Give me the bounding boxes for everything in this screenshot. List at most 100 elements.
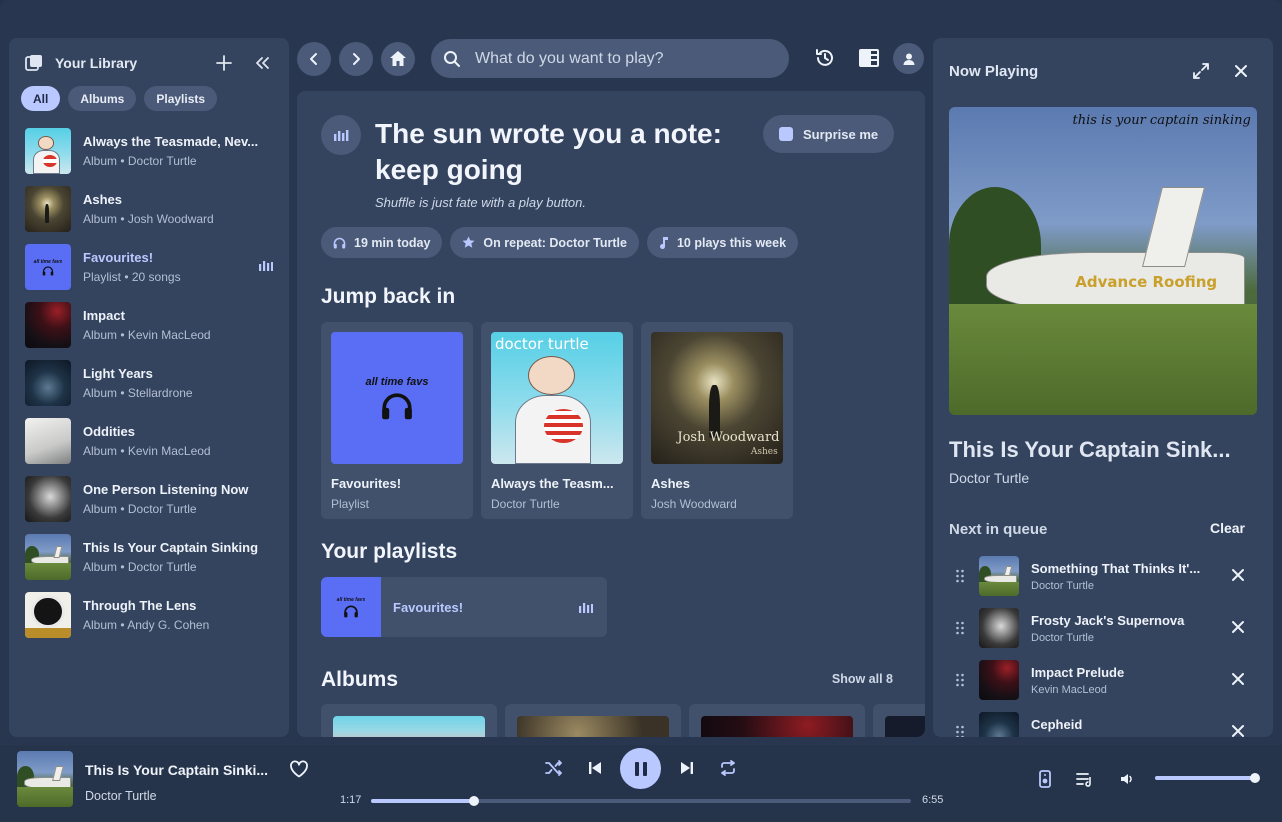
queue-item-artwork: [979, 712, 1019, 737]
album-card[interactable]: [873, 704, 925, 737]
library-item-subtitle: Album • Doctor Turtle: [83, 502, 197, 516]
home-main: The sun wrote you a note: keep going Shu…: [297, 91, 925, 737]
music-note-icon: [660, 237, 668, 249]
queue-item[interactable]: Frosty Jack's Supernova Doctor Turtle: [949, 602, 1259, 654]
home-button[interactable]: [381, 42, 415, 76]
oddities-artwork: [25, 418, 71, 464]
card-subtitle: Playlist: [331, 497, 370, 511]
library-item-title: Always the Teasmade, Nev...: [83, 134, 259, 149]
library-icon: [25, 54, 43, 72]
library-item[interactable]: Oddities Album • Kevin MacLeod: [9, 412, 289, 470]
lightyears-artwork: [979, 712, 1019, 737]
stat-on-repeat: On repeat: Doctor Turtle: [450, 227, 639, 258]
library-item-subtitle: Album • Andy G. Cohen: [83, 618, 210, 632]
back-button[interactable]: [297, 42, 331, 76]
volume-handle[interactable]: [1250, 773, 1260, 783]
library-item[interactable]: Always the Teasmade, Nev... Album • Doct…: [9, 122, 289, 180]
queue-title: Next in queue: [949, 521, 1048, 538]
pause-button[interactable]: [620, 748, 661, 789]
drag-handle-icon[interactable]: [955, 569, 965, 583]
playlists-title: Your playlists: [321, 540, 458, 563]
queue-item-artist: Doctor Turtle: [1031, 579, 1094, 592]
volume-icon[interactable]: [1117, 769, 1137, 789]
star-icon: [462, 236, 475, 248]
headphones-icon: [382, 392, 412, 419]
card-artwork: doctor turtle: [491, 332, 623, 464]
next-icon[interactable]: [676, 757, 698, 779]
oneperson-artwork: [979, 608, 1019, 648]
library-item[interactable]: Through The Lens Album • Andy G. Cohen: [9, 586, 289, 644]
close-icon[interactable]: [1231, 568, 1245, 582]
jump-back-card[interactable]: doctor turtle Always the Teasm... Doctor…: [481, 322, 633, 519]
layout-icon[interactable]: [857, 46, 881, 70]
headphones-icon: [344, 604, 358, 617]
clear-queue-button[interactable]: Clear: [1210, 520, 1245, 536]
artwork-caption: all time favs: [33, 258, 63, 265]
close-icon[interactable]: [1231, 672, 1245, 686]
album-card[interactable]: [321, 704, 497, 737]
library-item-artwork: [25, 186, 71, 232]
library-item[interactable]: Light Years Album • Stellardrone: [9, 354, 289, 412]
show-all-albums-link[interactable]: Show all 8: [832, 672, 893, 686]
artwork-caption: Josh Woodward: [677, 429, 780, 445]
library-header: Your Library: [25, 52, 273, 74]
stat-minutes: 19 min today: [321, 227, 443, 258]
hero-subtitle: Shuffle is just fate with a play button.: [375, 195, 587, 210]
player-artist[interactable]: Doctor Turtle: [85, 789, 157, 803]
history-icon[interactable]: [813, 46, 837, 70]
library-item[interactable]: all time favs Favourites! Playlist • 20 …: [9, 238, 289, 296]
library-item[interactable]: Ashes Album • Josh Woodward: [9, 180, 289, 238]
equalizer-icon: [321, 115, 361, 155]
impact-artwork: [979, 660, 1019, 700]
queue-item[interactable]: Something That Thinks It'... Doctor Turt…: [949, 550, 1259, 602]
drag-handle-icon[interactable]: [955, 621, 965, 635]
close-icon[interactable]: [1231, 620, 1245, 634]
library-item[interactable]: One Person Listening Now Album • Doctor …: [9, 470, 289, 528]
queue-icon[interactable]: [1075, 769, 1095, 789]
app-window: Your Library All Albums Playlists Always…: [0, 0, 1282, 822]
surprise-me-button[interactable]: Surprise me: [763, 115, 895, 153]
playlist-row-favourites[interactable]: all time favs Favourites!: [321, 577, 607, 637]
album-card[interactable]: [505, 704, 681, 737]
forward-button[interactable]: [339, 42, 373, 76]
plus-icon[interactable]: [213, 52, 235, 74]
library-item-title: Ashes: [83, 192, 123, 207]
ashes-artwork: Josh Woodward Ashes: [651, 332, 783, 464]
close-icon[interactable]: [1231, 724, 1245, 737]
user-avatar[interactable]: [893, 43, 924, 74]
repeat-icon[interactable]: [717, 757, 739, 779]
drag-handle-icon[interactable]: [955, 725, 965, 737]
surprise-me-label: Surprise me: [803, 126, 879, 142]
library-item-subtitle: Album • Doctor Turtle: [83, 154, 197, 168]
heart-icon[interactable]: [289, 760, 309, 783]
search-input[interactable]: [475, 49, 765, 68]
library-item-artwork: [25, 128, 71, 174]
progress-slider[interactable]: [371, 796, 911, 806]
previous-icon[interactable]: [584, 757, 606, 779]
library-item-subtitle: Album • Stellardrone: [83, 386, 193, 400]
jump-back-card[interactable]: all time favs Favourites! Playlist: [321, 322, 473, 519]
library-item[interactable]: This Is Your Captain Sinking Album • Doc…: [9, 528, 289, 586]
favourites-artwork: all time favs: [321, 577, 381, 637]
now-playing-artwork: this is your captain sinking Advance Roo…: [949, 107, 1257, 415]
queue-item-artwork: [979, 556, 1019, 596]
collapse-icon[interactable]: [251, 52, 273, 74]
library-item[interactable]: Impact Album • Kevin MacLeod: [9, 296, 289, 354]
filter-albums[interactable]: Albums: [68, 86, 137, 111]
drag-handle-icon[interactable]: [955, 673, 965, 687]
player-track-title[interactable]: This Is Your Captain Sinki...: [85, 762, 281, 778]
player-artwork: [17, 751, 73, 807]
close-icon[interactable]: [1230, 60, 1252, 82]
back-icon: [310, 53, 317, 65]
queue-item[interactable]: Cepheid Stellardrone: [949, 706, 1259, 737]
queue-item[interactable]: Impact Prelude Kevin MacLeod: [949, 654, 1259, 706]
shuffle-icon[interactable]: [543, 757, 565, 779]
device-icon[interactable]: [1035, 769, 1055, 789]
progress-handle[interactable]: [468, 796, 479, 806]
filter-all[interactable]: All: [21, 86, 61, 111]
filter-playlists[interactable]: Playlists: [144, 86, 218, 111]
volume-slider[interactable]: [1155, 773, 1260, 783]
expand-icon[interactable]: [1190, 60, 1212, 82]
jump-back-card[interactable]: Josh Woodward Ashes Ashes Josh Woodward: [641, 322, 793, 519]
album-card[interactable]: [689, 704, 865, 737]
